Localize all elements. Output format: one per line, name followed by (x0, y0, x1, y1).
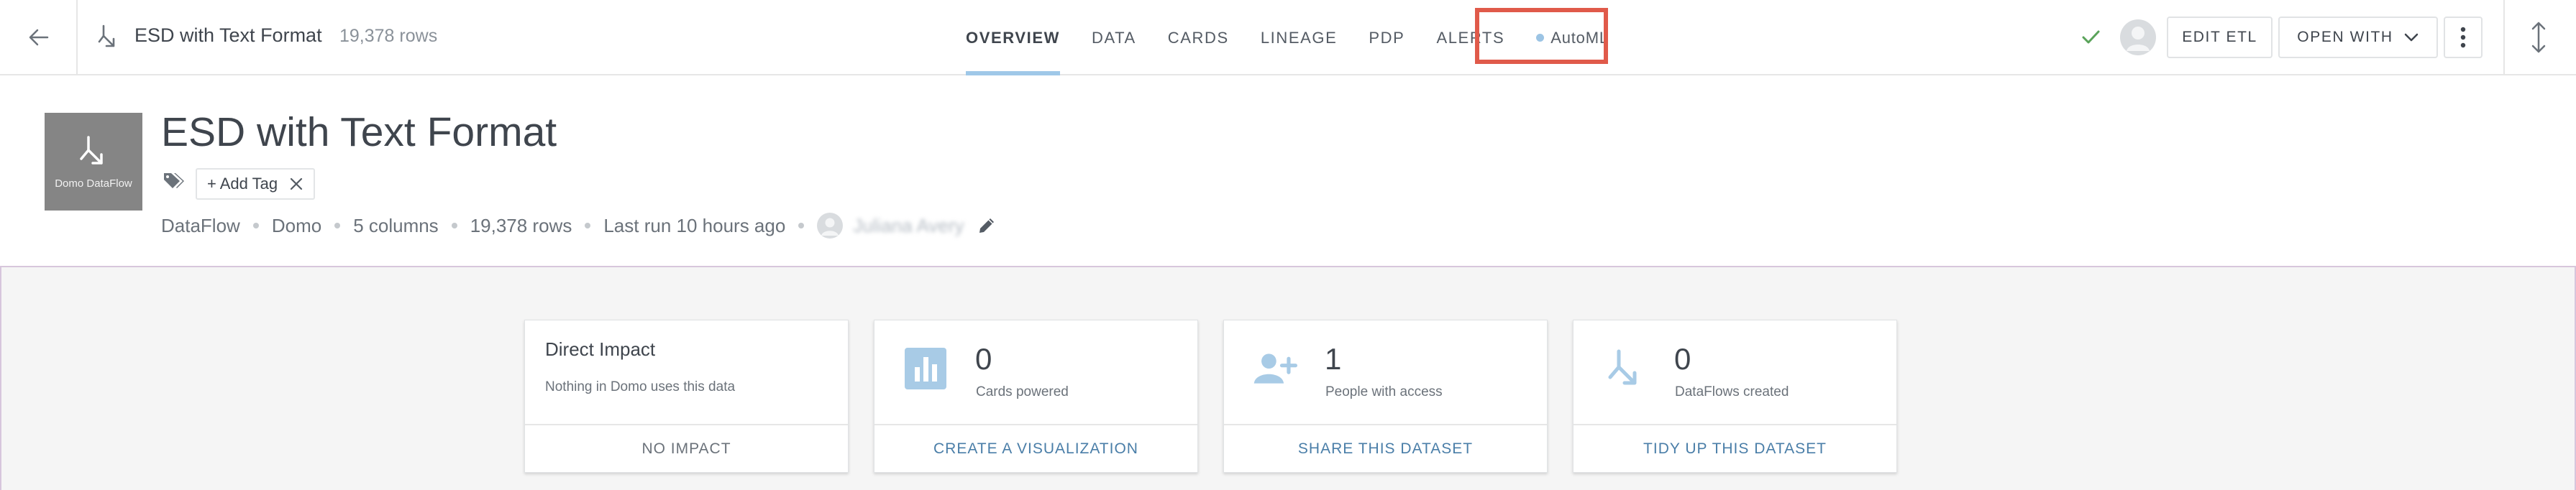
meta-source: Domo (271, 214, 322, 236)
more-vertical-icon (2460, 27, 2466, 48)
arrow-left-icon (29, 29, 49, 46)
tidy-up-dataset-link[interactable]: TIDY UP THIS DATASET (1574, 424, 1896, 472)
add-tag-label: + Add Tag (207, 175, 278, 193)
dataset-meta: DataFlow Domo 5 columns 19,378 rows Last… (161, 213, 997, 239)
tab-data[interactable]: DATA (1076, 0, 1152, 75)
dataflow-icon (1602, 346, 1647, 391)
people-access-label: People with access (1325, 384, 1443, 399)
meta-rows: 19,378 rows (470, 214, 572, 236)
expand-vertical-icon (2531, 22, 2546, 53)
dataflows-created-count: 0 (1674, 342, 1691, 376)
tab-cards[interactable]: CARDS (1152, 0, 1245, 75)
tab-label: PDP (1369, 28, 1405, 47)
edit-etl-button[interactable]: EDIT ETL (2167, 17, 2273, 58)
more-options-button[interactable] (2444, 17, 2483, 58)
tab-lineage[interactable]: LINEAGE (1245, 0, 1353, 75)
people-access-card: 1 People with access SHARE THIS DATASET (1223, 320, 1548, 473)
back-button[interactable] (14, 7, 63, 68)
tab-label: ALERTS (1436, 28, 1505, 47)
meta-columns: 5 columns (353, 214, 439, 236)
dataset-name: ESD with Text Format (134, 24, 322, 46)
tab-bar: OVERVIEW DATA CARDS LINEAGE PDP ALERTS A… (950, 0, 1625, 75)
direct-impact-card: Direct Impact Nothing in Domo uses this … (524, 320, 849, 473)
top-bar: ESD with Text Format 19,378 rows OVERVIE… (0, 0, 2576, 75)
dataflows-created-card: 0 DataFlows created TIDY UP THIS DATASET (1573, 320, 1897, 473)
close-icon[interactable] (289, 177, 303, 191)
no-impact-label: NO IMPACT (525, 424, 848, 472)
add-person-icon (1253, 346, 1297, 391)
separator-dot (798, 223, 805, 228)
owner-avatar (817, 213, 844, 239)
cards-powered-card: 0 Cards powered CREATE A VISUALIZATION (874, 320, 1198, 473)
dataset-row-count: 19,378 rows (339, 26, 438, 46)
divider (76, 0, 78, 74)
divider (2503, 0, 2505, 74)
overview-content: Direct Impact Nothing in Domo uses this … (0, 267, 2576, 490)
share-dataset-link[interactable]: SHARE THIS DATASET (1224, 424, 1547, 472)
card-body: 0 DataFlows created (1574, 320, 1896, 425)
expand-collapse-button[interactable] (2521, 14, 2557, 60)
create-visualization-link[interactable]: CREATE A VISUALIZATION (874, 424, 1197, 472)
separator-dot (252, 223, 259, 228)
cards-powered-label: Cards powered (976, 384, 1069, 399)
tab-label: DATA (1091, 28, 1136, 47)
dataset-type-tile: Domo DataFlow (45, 113, 142, 211)
user-icon (821, 218, 839, 236)
button-label: EDIT ETL (2182, 29, 2257, 45)
tab-label: CARDS (1167, 28, 1229, 47)
impact-description: Nothing in Domo uses this data (545, 379, 736, 394)
check-icon (2082, 30, 2100, 44)
cards-powered-count: 0 (975, 342, 992, 376)
button-label: OPEN WITH (2297, 29, 2393, 45)
page-title: ESD with Text Format (161, 109, 557, 155)
meta-type: DataFlow (161, 214, 240, 236)
dataflow-icon (80, 135, 103, 165)
card-body: Direct Impact Nothing in Domo uses this … (525, 320, 848, 425)
avatar[interactable] (2120, 19, 2156, 55)
impact-title: Direct Impact (545, 338, 656, 360)
dataflow-icon (98, 24, 115, 47)
people-access-count: 1 (1325, 342, 1342, 376)
card-body: 1 People with access (1224, 320, 1547, 425)
add-tag-button[interactable]: + Add Tag (196, 168, 316, 200)
tab-label: AutoML (1550, 28, 1609, 47)
separator-dot (334, 223, 341, 228)
tab-overview[interactable]: OVERVIEW (950, 0, 1076, 75)
meta-owner[interactable]: Juliana Avery (853, 215, 964, 237)
separator-dot (585, 223, 591, 228)
card-body: 0 Cards powered (874, 320, 1197, 425)
open-with-button[interactable]: OPEN WITH (2278, 17, 2438, 58)
tile-label: Domo DataFlow (55, 177, 132, 190)
dataset-header: Domo DataFlow ESD with Text Format + Add… (0, 75, 2576, 267)
meta-last-run: Last run 10 hours ago (603, 214, 786, 236)
pencil-icon[interactable] (977, 216, 997, 236)
tab-automl[interactable]: AutoML (1520, 0, 1625, 75)
tags-icon (164, 173, 184, 188)
tab-pdp[interactable]: PDP (1353, 0, 1420, 75)
dataflows-created-label: DataFlows created (1675, 384, 1789, 399)
tab-label: OVERVIEW (966, 28, 1060, 47)
tab-label: LINEAGE (1260, 28, 1338, 47)
new-dot-icon (1536, 34, 1545, 42)
chevron-down-icon (2404, 33, 2418, 42)
bar-chart-icon (903, 346, 948, 391)
tab-alerts[interactable]: ALERTS (1420, 0, 1520, 75)
user-icon (2127, 27, 2150, 51)
separator-dot (451, 223, 457, 228)
